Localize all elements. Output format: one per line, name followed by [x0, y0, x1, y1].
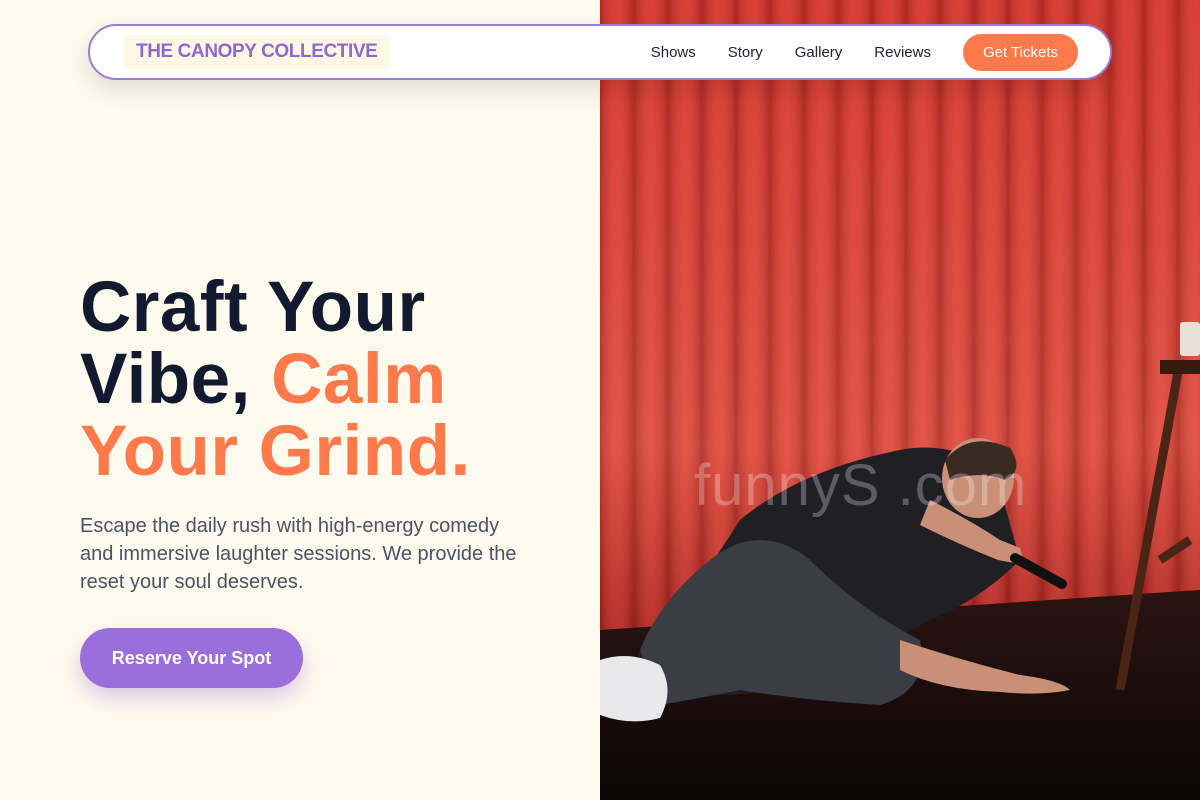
nav-link-story[interactable]: Story [728, 44, 763, 61]
nav-link-gallery[interactable]: Gallery [795, 44, 843, 61]
headline-accent-calm: Calm [271, 340, 447, 419]
hero-photo: funnyS .com [600, 0, 1200, 800]
nav-links: Shows Story Gallery Reviews Get Tickets [651, 33, 1078, 71]
top-navbar: THE CANOPY COLLECTIVE Shows Story Galler… [88, 24, 1112, 80]
brand-logo[interactable]: THE CANOPY COLLECTIVE [124, 35, 390, 69]
hero-description: Escape the daily rush with high-energy c… [80, 515, 517, 593]
nav-link-shows[interactable]: Shows [651, 44, 696, 61]
get-tickets-button[interactable]: Get Tickets [962, 33, 1078, 71]
headline-line-3: Your Grind. [80, 412, 471, 491]
comedian-on-stage-image [600, 0, 1200, 800]
reserve-spot-button[interactable]: Reserve Your Spot [80, 628, 303, 688]
hero-headline: Craft Your Vibe, Calm Your Grind. [80, 272, 580, 488]
headline-line-1: Craft Your [80, 268, 426, 347]
image-watermark: funnyS .com [694, 453, 1028, 518]
headline-line-2a: Vibe, [80, 340, 272, 419]
nav-link-reviews[interactable]: Reviews [874, 44, 931, 61]
